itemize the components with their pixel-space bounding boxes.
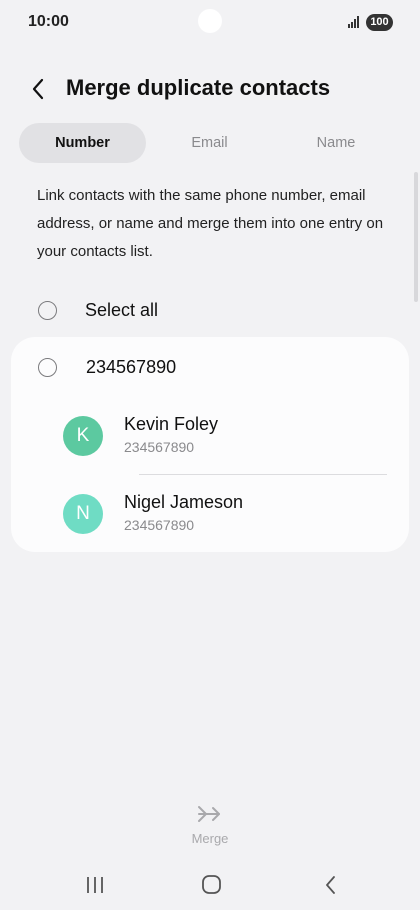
- navigation-bar: [0, 862, 420, 910]
- group-radio[interactable]: [38, 358, 57, 377]
- contact-phone: 234567890: [124, 439, 195, 455]
- header: Merge duplicate contacts: [0, 64, 420, 116]
- signal-icon: [348, 16, 362, 28]
- contact-phone: 234567890: [124, 517, 195, 533]
- tab-email[interactable]: Email: [146, 123, 273, 163]
- tab-name[interactable]: Name: [273, 123, 399, 163]
- merge-arrows-icon: [198, 806, 220, 822]
- select-all-label: Select all: [85, 300, 159, 320]
- back-icon: [326, 876, 335, 894]
- camera-cutout: [198, 9, 222, 33]
- page-title: Merge duplicate contacts: [66, 75, 331, 100]
- home-button[interactable]: [197, 872, 227, 898]
- battery-icon: 100: [366, 14, 393, 31]
- recent-apps-button[interactable]: [80, 872, 110, 898]
- select-all-row[interactable]: Select all: [0, 290, 420, 332]
- back-button[interactable]: [24, 74, 54, 104]
- merge-button[interactable]: Merge: [170, 800, 250, 850]
- group-number: 234567890: [86, 357, 177, 377]
- home-icon: [202, 875, 221, 894]
- tab-number[interactable]: Number: [19, 123, 146, 163]
- scrollbar[interactable]: [414, 172, 418, 302]
- contact-item[interactable]: N Nigel Jameson 234567890: [11, 483, 409, 545]
- contact-name: Nigel Jameson: [124, 492, 244, 512]
- avatar: N: [63, 494, 103, 534]
- nav-back-button[interactable]: [316, 872, 346, 898]
- tab-bar: Number Email Name: [19, 123, 399, 163]
- status-time: 10:00: [28, 13, 69, 30]
- avatar: K: [63, 416, 103, 456]
- recent-apps-icon: [87, 877, 103, 893]
- merge-label: Merge: [191, 831, 229, 846]
- chevron-left-icon: [32, 78, 44, 100]
- description-text: Link contacts with the same phone number…: [37, 187, 384, 260]
- group-header-row[interactable]: 234567890: [11, 345, 409, 389]
- divider: [139, 474, 387, 475]
- select-all-radio[interactable]: [38, 301, 57, 320]
- contact-name: Kevin Foley: [124, 414, 219, 434]
- contact-item[interactable]: K Kevin Foley 234567890: [11, 405, 409, 467]
- duplicate-group-card: 234567890 K Kevin Foley 234567890 N Nige…: [11, 337, 409, 552]
- status-bar: 10:00 100: [0, 0, 420, 46]
